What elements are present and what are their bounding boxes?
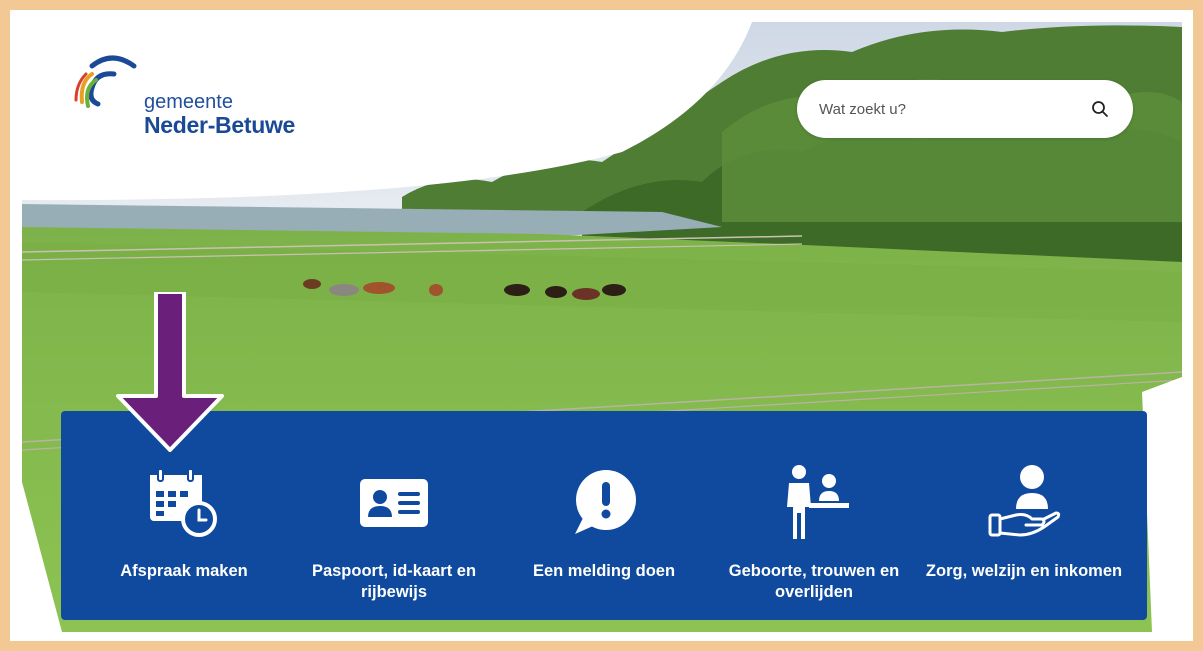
tile-label: Zorg, welzijn en inkomen xyxy=(925,562,1123,580)
tile-label: Paspoort, id-kaart en rijbewijs xyxy=(311,562,477,601)
logo-name-big: Neder-Betuwe xyxy=(144,112,296,138)
exclamation-bubble-icon xyxy=(569,463,639,543)
calendar-clock-icon xyxy=(144,463,224,543)
down-arrow-icon xyxy=(116,292,224,452)
tile-melding-doen[interactable]: Een melding doen xyxy=(499,411,709,620)
screenshot-frame: gemeente Neder-Betuwe Wat zoekt u? Afspr… xyxy=(10,10,1193,641)
logo-name-small: gemeente xyxy=(144,91,233,113)
search-bar xyxy=(797,80,1133,138)
tile-paspoort[interactable]: Paspoort, id-kaart en rijbewijs xyxy=(289,411,499,620)
tile-label: Afspraak maken xyxy=(120,562,248,580)
hero: gemeente Neder-Betuwe Wat zoekt u? Afspr… xyxy=(22,22,1182,632)
tile-geboorte-trouwen[interactable]: Geboorte, trouwen en overlijden xyxy=(709,411,919,620)
tile-label: Een melding doen xyxy=(532,562,676,580)
search-icon[interactable] xyxy=(1089,98,1111,120)
logo-text: gemeente Neder-Betuwe xyxy=(144,92,295,137)
logo-mark-icon xyxy=(74,55,137,108)
search-input[interactable] xyxy=(819,100,1089,118)
tile-label: Geboorte, trouwen en overlijden xyxy=(728,562,900,601)
tile-zorg-welzijn[interactable]: Zorg, welzijn en inkomen xyxy=(919,411,1129,620)
hand-person-icon xyxy=(986,463,1062,543)
people-counter-icon xyxy=(779,463,849,543)
id-card-icon xyxy=(358,463,430,543)
logo[interactable]: gemeente Neder-Betuwe xyxy=(74,52,314,137)
